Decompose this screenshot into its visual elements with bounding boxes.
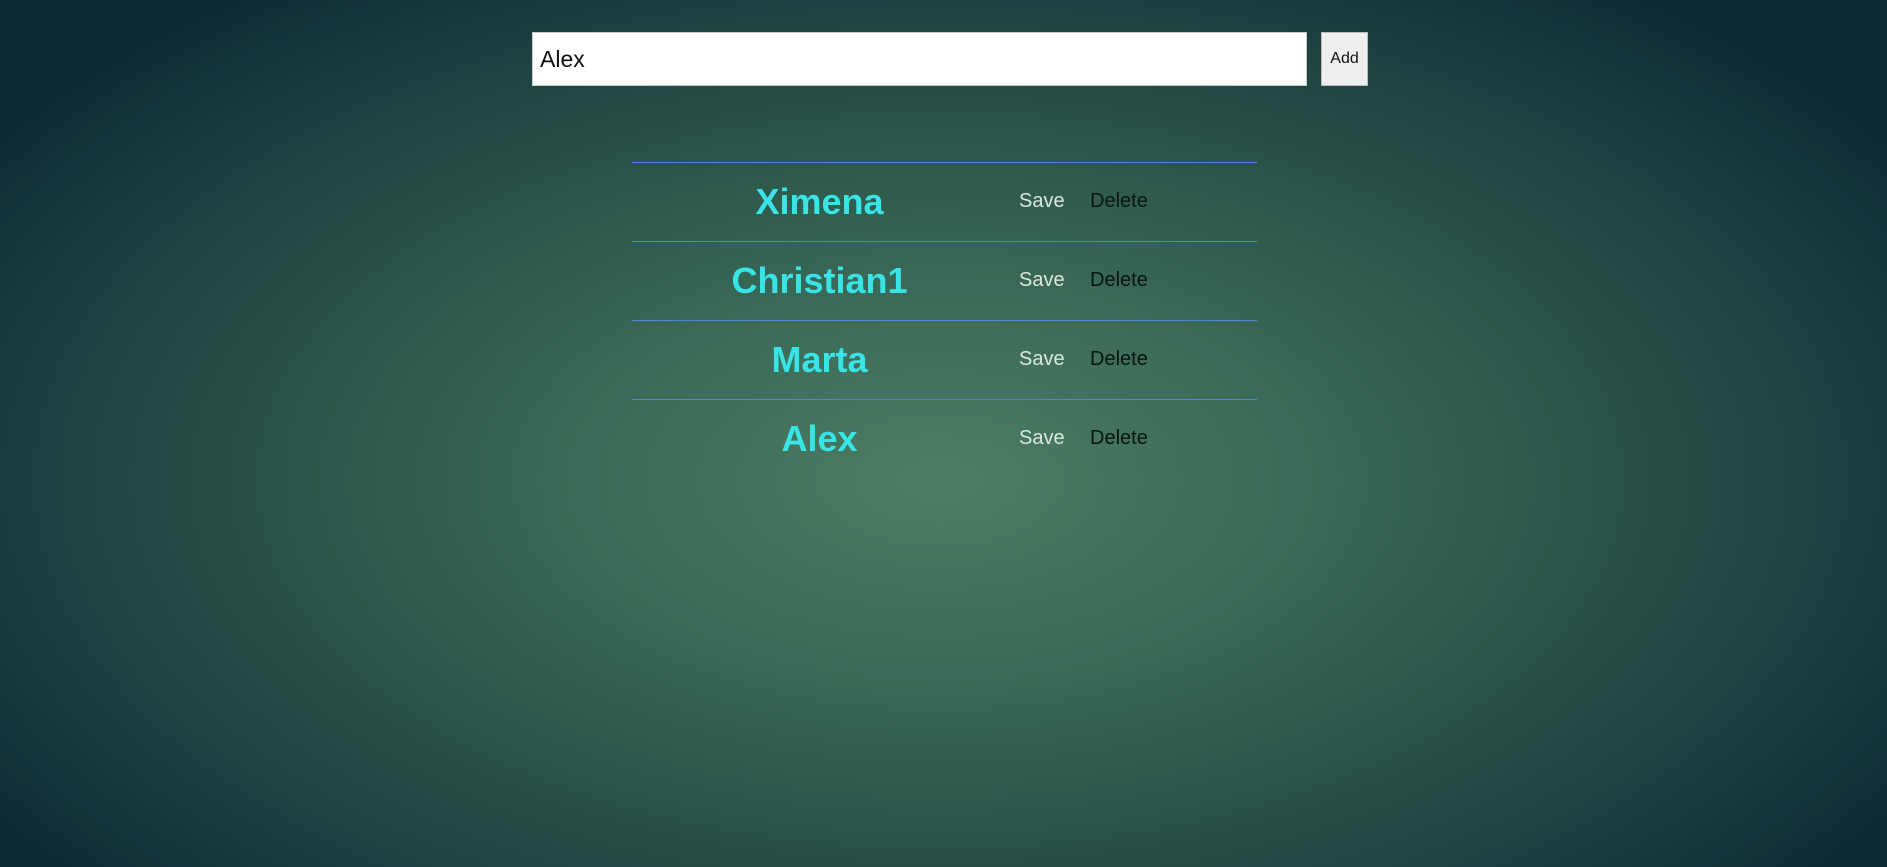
person-name: Ximena: [755, 181, 884, 222]
delete-button[interactable]: Delete: [1090, 189, 1148, 213]
list-item: Ximena Save Delete: [632, 162, 1257, 241]
delete-button[interactable]: Delete: [1090, 347, 1148, 371]
person-name: Christian1: [731, 260, 908, 301]
save-button[interactable]: Save: [1019, 426, 1065, 450]
person-name: Marta: [771, 339, 868, 380]
list-item: Christian1 Save Delete: [632, 241, 1257, 320]
add-person-form: Add: [532, 32, 1368, 86]
save-button[interactable]: Save: [1019, 347, 1065, 371]
person-list: Ximena Save Delete Christian1 Save Delet…: [632, 162, 1257, 478]
person-name: Alex: [781, 418, 858, 459]
add-button[interactable]: Add: [1321, 32, 1368, 86]
save-button[interactable]: Save: [1019, 189, 1065, 213]
list-item: Alex Save Delete: [632, 399, 1257, 478]
list-item: Marta Save Delete: [632, 320, 1257, 399]
delete-button[interactable]: Delete: [1090, 268, 1148, 292]
name-input[interactable]: [532, 32, 1307, 86]
delete-button[interactable]: Delete: [1090, 426, 1148, 450]
save-button[interactable]: Save: [1019, 268, 1065, 292]
